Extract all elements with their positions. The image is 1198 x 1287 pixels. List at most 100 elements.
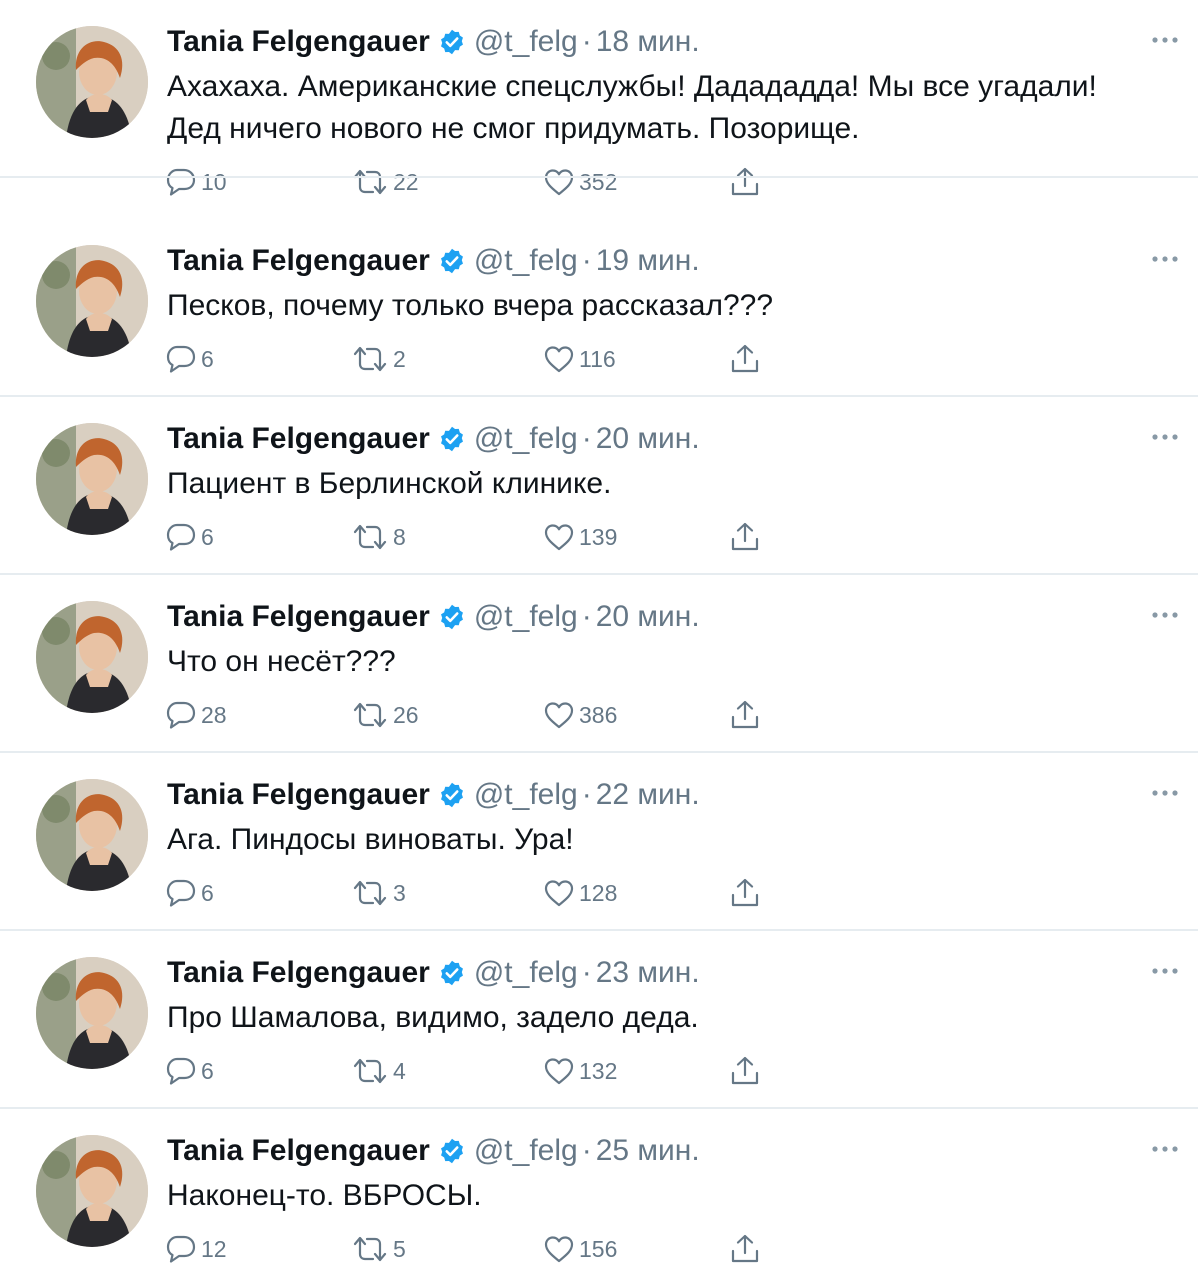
avatar[interactable]	[36, 245, 148, 357]
retweet-arrows-icon	[353, 1058, 387, 1084]
speech-bubble-icon	[166, 168, 196, 196]
tweet[interactable]: Tania Felgengauer @t_felg · 22 мин. Ага.…	[0, 753, 1198, 931]
avatar[interactable]	[36, 423, 148, 535]
like-button[interactable]: 386	[543, 697, 617, 733]
speech-bubble-icon	[166, 701, 196, 729]
reply-button[interactable]: 6	[165, 875, 214, 911]
tweet[interactable]: Tania Felgengauer @t_felg · 25 мин. Нако…	[0, 1109, 1198, 1287]
separator-dot: ·	[581, 422, 592, 455]
reply-count: 6	[201, 879, 214, 906]
verified-badge-icon	[440, 960, 463, 986]
share-button[interactable]	[729, 1053, 761, 1089]
heart-icon	[544, 1236, 574, 1263]
reply-button[interactable]: 12	[165, 1231, 227, 1267]
avatar[interactable]	[36, 601, 148, 713]
retweet-button[interactable]: 3	[351, 875, 406, 911]
retweet-button[interactable]: 26	[351, 697, 419, 733]
speech-bubble-icon	[166, 879, 196, 907]
like-count: 128	[579, 879, 618, 906]
author-name[interactable]: Tania Felgengauer	[167, 1134, 430, 1168]
tweet[interactable]: Tania Felgengauer @t_felg · 19 мин. Песк…	[0, 219, 1198, 397]
author-handle[interactable]: @t_felg	[474, 25, 578, 59]
avatar[interactable]	[36, 1135, 148, 1247]
like-button[interactable]: 352	[543, 164, 617, 200]
reply-count: 6	[201, 523, 214, 550]
separator-dot: ·	[581, 778, 592, 811]
ellipsis-icon[interactable]	[1150, 961, 1180, 981]
retweet-arrows-icon	[353, 524, 387, 550]
timestamp[interactable]: 19 мин.	[596, 244, 700, 278]
like-button[interactable]: 132	[543, 1053, 617, 1089]
author-handle[interactable]: @t_felg	[474, 244, 578, 278]
heart-icon	[544, 169, 574, 196]
author-handle[interactable]: @t_felg	[474, 1134, 578, 1168]
share-button[interactable]	[729, 697, 761, 733]
share-button[interactable]	[729, 341, 761, 377]
author-name[interactable]: Tania Felgengauer	[167, 244, 430, 278]
ellipsis-icon[interactable]	[1150, 783, 1180, 803]
reply-button[interactable]: 28	[165, 697, 227, 733]
timestamp[interactable]: 22 мин.	[596, 778, 700, 812]
timestamp[interactable]: 25 мин.	[596, 1134, 700, 1168]
like-button[interactable]: 116	[543, 341, 616, 377]
retweet-button[interactable]: 5	[351, 1231, 406, 1267]
author-handle[interactable]: @t_felg	[474, 422, 578, 456]
ellipsis-icon[interactable]	[1150, 605, 1180, 625]
share-button[interactable]	[729, 1231, 761, 1267]
speech-bubble-icon	[166, 523, 196, 551]
timestamp[interactable]: 23 мин.	[596, 956, 700, 990]
retweet-button[interactable]: 22	[351, 164, 419, 200]
tweet[interactable]: Tania Felgengauer @t_felg · 20 мин. Паци…	[0, 397, 1198, 575]
author-name[interactable]: Tania Felgengauer	[167, 956, 430, 990]
verified-badge-icon	[440, 29, 463, 55]
author-handle[interactable]: @t_felg	[474, 956, 578, 990]
like-button[interactable]: 139	[543, 519, 617, 555]
timestamp[interactable]: 20 мин.	[596, 600, 700, 634]
ellipsis-icon[interactable]	[1150, 427, 1180, 447]
like-count: 352	[579, 168, 618, 195]
retweet-button[interactable]: 4	[351, 1053, 406, 1089]
retweet-arrows-icon	[353, 346, 387, 372]
retweet-button[interactable]: 2	[351, 341, 406, 377]
author-handle[interactable]: @t_felg	[474, 600, 578, 634]
tweet-text: Наконец-то. ВБРОСЫ.	[167, 1179, 482, 1212]
timestamp[interactable]: 20 мин.	[596, 422, 700, 456]
tweet-timeline: Tania Felgengauer @t_felg · 18 мин. Ахах…	[0, 0, 1198, 1280]
ellipsis-icon[interactable]	[1150, 249, 1180, 269]
share-upload-icon	[731, 700, 759, 729]
share-button[interactable]	[729, 519, 761, 555]
like-button[interactable]: 128	[543, 875, 617, 911]
timestamp[interactable]: 18 мин.	[596, 25, 700, 59]
reply-button[interactable]: 10	[165, 164, 227, 200]
tweet-text: Про Шамалова, видимо, задело деда.	[167, 1001, 699, 1034]
retweet-count: 8	[393, 523, 406, 550]
reply-button[interactable]: 6	[165, 341, 214, 377]
avatar[interactable]	[36, 779, 148, 891]
author-name[interactable]: Tania Felgengauer	[167, 778, 430, 812]
avatar[interactable]	[36, 957, 148, 1069]
share-button[interactable]	[729, 875, 761, 911]
author-name[interactable]: Tania Felgengauer	[167, 422, 430, 456]
like-button[interactable]: 156	[543, 1231, 617, 1267]
ellipsis-icon[interactable]	[1150, 30, 1180, 50]
author-handle[interactable]: @t_felg	[474, 778, 578, 812]
reply-button[interactable]: 6	[165, 1053, 214, 1089]
tweet[interactable]: Tania Felgengauer @t_felg · 18 мин. Ахах…	[0, 0, 1198, 196]
tweet-text: Песков, почему только вчера рассказал???	[167, 289, 774, 322]
avatar[interactable]	[36, 26, 148, 138]
retweet-button[interactable]: 8	[351, 519, 406, 555]
ellipsis-icon[interactable]	[1150, 1139, 1180, 1159]
author-name[interactable]: Tania Felgengauer	[167, 25, 430, 59]
reply-button[interactable]: 6	[165, 519, 214, 555]
like-count: 139	[579, 523, 618, 550]
tweet[interactable]: Tania Felgengauer @t_felg · 20 мин. Что …	[0, 575, 1198, 753]
author-name[interactable]: Tania Felgengauer	[167, 600, 430, 634]
verified-badge-icon	[440, 604, 463, 630]
reply-count: 12	[201, 1235, 227, 1262]
tweet-divider	[0, 176, 1198, 178]
retweet-arrows-icon	[353, 702, 387, 728]
like-count: 386	[579, 701, 618, 728]
tweet[interactable]: Tania Felgengauer @t_felg · 23 мин. Про …	[0, 931, 1198, 1109]
share-button[interactable]	[729, 164, 761, 200]
retweet-count: 3	[393, 879, 406, 906]
